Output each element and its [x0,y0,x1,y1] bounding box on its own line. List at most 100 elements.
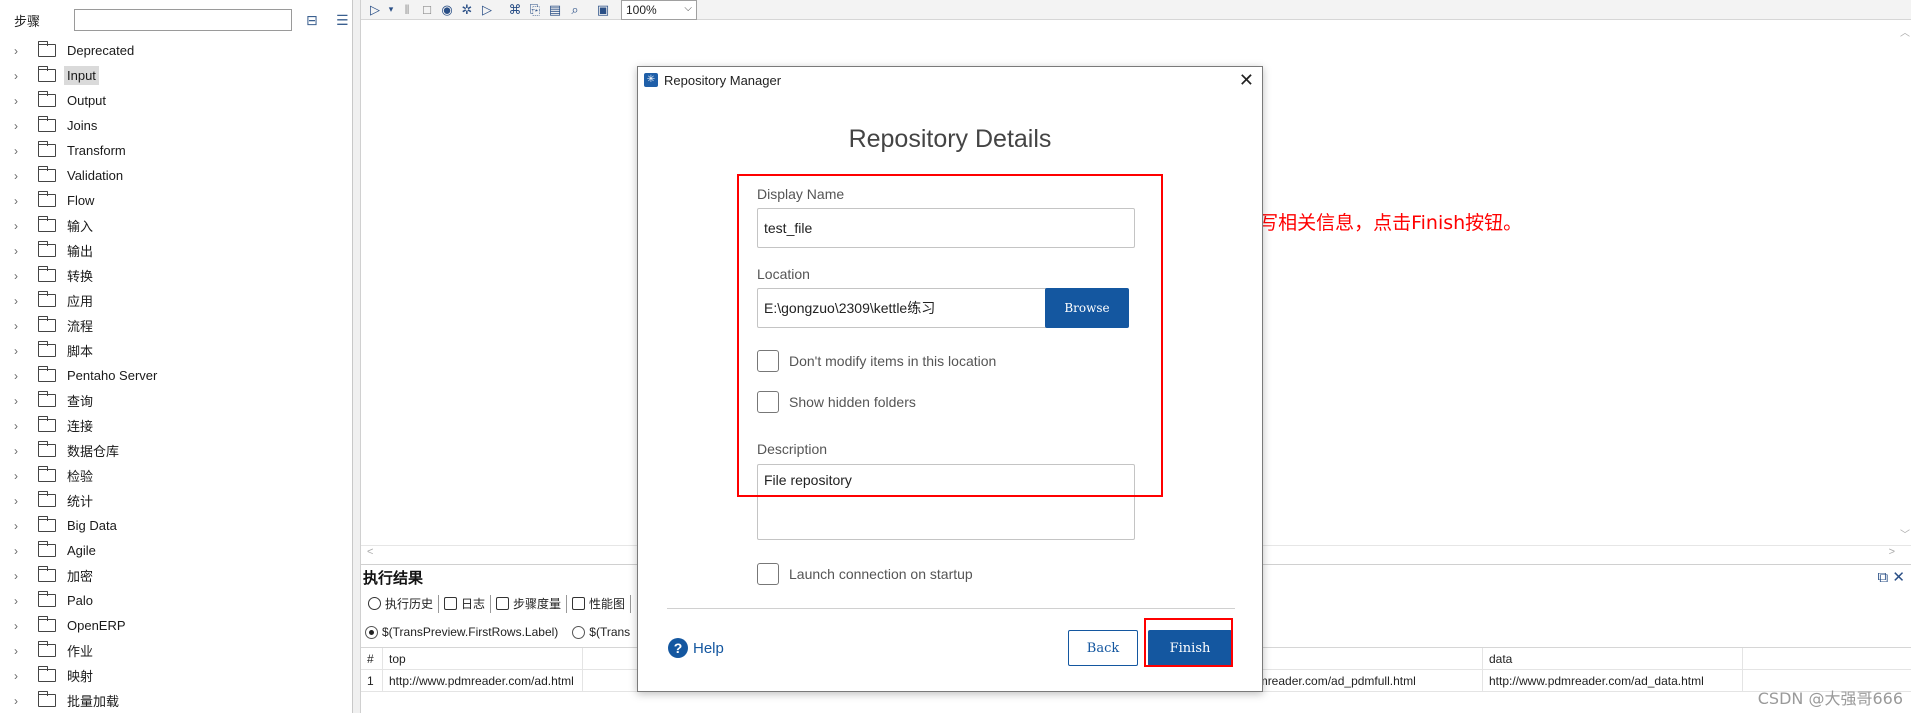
folder-icon [38,566,56,582]
help-link[interactable]: ? Help [668,638,724,658]
chevron-right-icon[interactable]: › [14,344,26,358]
chevron-right-icon[interactable]: › [14,444,26,458]
preview-other-radio[interactable] [572,625,586,639]
close-icon[interactable]: ✕ [1892,569,1905,586]
tree-item[interactable]: › 作业 [0,638,350,663]
panel-splitter[interactable] [353,0,361,713]
back-button[interactable]: Back [1068,630,1138,666]
chevron-right-icon[interactable]: › [14,694,26,708]
collapse-tree-icon[interactable]: ⊟ [306,12,322,28]
preview-first-rows-radio[interactable] [365,625,378,639]
folder-icon [38,266,56,282]
chevron-right-icon[interactable]: › [14,394,26,408]
chevron-right-icon[interactable]: › [14,569,26,583]
chevron-right-icon[interactable]: › [14,594,26,608]
folder-icon [38,41,56,57]
tree-item[interactable]: › 输出 [0,238,350,263]
folder-icon [38,591,56,607]
chevron-right-icon[interactable]: › [14,294,26,308]
chevron-right-icon[interactable]: › [14,119,26,133]
close-icon[interactable]: ✕ [1239,70,1254,91]
tree-item[interactable]: › 流程 [0,313,350,338]
zoom-select[interactable]: 100% ⌵ [621,0,697,20]
run-icon[interactable]: ▷ [365,1,385,19]
steps-search-input[interactable] [74,9,292,31]
tree-item[interactable]: › 数据仓库 [0,438,350,463]
tree-item[interactable]: › Palo [0,588,350,613]
chevron-right-icon[interactable]: › [14,244,26,258]
chevron-right-icon[interactable]: › [14,194,26,208]
show-results-icon[interactable]: ▣ [593,1,613,19]
tree-item[interactable]: › 输入 [0,213,350,238]
chevron-right-icon[interactable]: › [14,494,26,508]
chevron-right-icon[interactable]: › [14,319,26,333]
tree-item[interactable]: › 应用 [0,288,350,313]
tree-item[interactable]: › 查询 [0,388,350,413]
tree-item[interactable]: › Deprecated [0,38,350,63]
chevron-right-icon[interactable]: › [14,219,26,233]
debug-icon[interactable]: ✲ [457,1,477,19]
popout-icon[interactable]: ⧉ [1878,569,1889,586]
tab-performance-graph[interactable]: 性能图 [567,594,632,613]
folder-icon [38,541,56,557]
canvas-vertical-scrollbar[interactable]: ︿ ﹀ [1897,20,1911,545]
tree-item[interactable]: › 连接 [0,413,350,438]
tree-item[interactable]: › Agile [0,538,350,563]
chevron-right-icon[interactable]: › [14,669,26,683]
replay-icon[interactable]: ▷ [477,1,497,19]
tree-item[interactable]: › Validation [0,163,350,188]
impact-icon[interactable]: ⎘ [525,1,545,19]
chevron-right-icon[interactable]: › [14,94,26,108]
sql-icon[interactable]: ▤ [545,1,565,19]
tree-item[interactable]: › 转换 [0,263,350,288]
chevron-right-icon[interactable]: › [14,419,26,433]
chevron-right-icon[interactable]: › [14,44,26,58]
chevron-right-icon[interactable]: › [14,519,26,533]
tree-item[interactable]: › Transform [0,138,350,163]
tree-item[interactable]: › 映射 [0,663,350,688]
tree-item[interactable]: › Input [0,63,350,88]
folder-icon [38,416,56,432]
stop-icon[interactable]: □ [417,1,437,19]
tree-item[interactable]: › 检验 [0,463,350,488]
launch-checkbox-row[interactable]: Launch connection on startup [757,563,973,585]
expand-tree-icon[interactable]: ☰ [336,12,352,28]
chevron-right-icon[interactable]: › [14,169,26,183]
tab-log[interactable]: 日志 [439,594,492,613]
tree-item-label: 作业 [67,644,94,659]
scroll-down-icon[interactable]: ﹀ [1900,526,1910,541]
tree-item[interactable]: › 统计 [0,488,350,513]
tree-item[interactable]: › 批量加载 [0,688,350,713]
scroll-right-icon[interactable]: > [1889,546,1895,558]
launch-on-startup-checkbox[interactable] [757,563,779,585]
chevron-right-icon[interactable]: › [14,269,26,283]
tree-item[interactable]: › OpenERP [0,613,350,638]
tree-item[interactable]: › Big Data [0,513,350,538]
scroll-up-icon[interactable]: ︿ [1900,24,1910,39]
tree-item[interactable]: › 脚本 [0,338,350,363]
verify-icon[interactable]: ⌘ [505,1,525,19]
tab-execution-history[interactable]: 执行历史 [363,594,440,613]
tree-item[interactable]: › Joins [0,113,350,138]
chevron-right-icon[interactable]: › [14,469,26,483]
chevron-right-icon[interactable]: › [14,644,26,658]
chevron-right-icon[interactable]: › [14,544,26,558]
folder-icon [38,241,56,257]
tree-item[interactable]: › 加密 [0,563,350,588]
tree-item[interactable]: › Flow [0,188,350,213]
chevron-right-icon[interactable]: › [14,144,26,158]
chevron-right-icon[interactable]: › [14,69,26,83]
run-options-icon[interactable]: ▾ [385,1,397,19]
preview-icon[interactable]: ◉ [437,1,457,19]
graph-icon [572,597,586,610]
tree-item-label: 输入 [67,219,94,234]
tree-item-label: Pentaho Server [67,368,158,383]
tree-item[interactable]: › Output [0,88,350,113]
explore-db-icon[interactable]: ⌕ [565,1,585,19]
tree-item[interactable]: › Pentaho Server [0,363,350,388]
scroll-left-icon[interactable]: < [367,546,373,558]
pause-icon[interactable]: ‖ [397,1,417,19]
chevron-right-icon[interactable]: › [14,369,26,383]
tab-step-metrics[interactable]: 步骤度量 [491,594,568,613]
chevron-right-icon[interactable]: › [14,619,26,633]
